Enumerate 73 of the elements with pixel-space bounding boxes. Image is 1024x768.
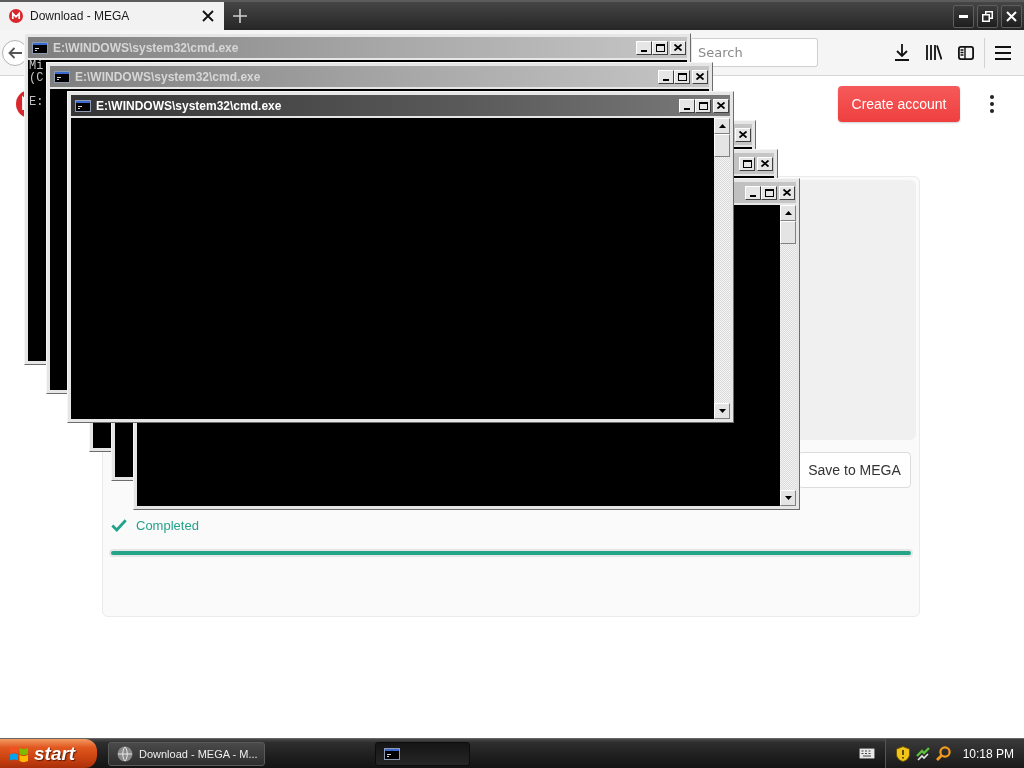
flag-icon bbox=[9, 744, 29, 763]
maximize-icon bbox=[742, 159, 752, 168]
sidebar-icon[interactable] bbox=[958, 45, 974, 60]
minimize-icon bbox=[684, 107, 690, 110]
console-text: (C bbox=[29, 72, 44, 84]
close-icon[interactable] bbox=[202, 10, 214, 22]
close-icon bbox=[739, 131, 747, 138]
close-icon bbox=[674, 44, 682, 51]
scroll-up-button[interactable] bbox=[780, 205, 796, 221]
minimize-icon bbox=[959, 14, 968, 18]
scrollbar[interactable] bbox=[780, 205, 796, 506]
maximize-icon bbox=[677, 72, 687, 81]
status-text: Completed bbox=[136, 518, 199, 533]
scroll-up-button[interactable] bbox=[714, 118, 730, 134]
triangle-up-icon bbox=[784, 211, 792, 215]
plus-icon[interactable] bbox=[233, 9, 247, 23]
scrollbar[interactable] bbox=[714, 118, 730, 419]
console-text: E: bbox=[29, 96, 44, 108]
maximize-icon bbox=[764, 188, 774, 197]
browser-tab[interactable]: Download - MEGA bbox=[0, 2, 224, 30]
maximize-button[interactable] bbox=[739, 156, 755, 171]
menu-icon[interactable] bbox=[995, 45, 1011, 60]
console-icon bbox=[32, 41, 48, 54]
check-icon bbox=[111, 519, 127, 532]
console-icon bbox=[384, 747, 400, 760]
start-button[interactable]: start bbox=[0, 739, 97, 768]
triangle-up-icon bbox=[718, 124, 726, 128]
restore-button[interactable] bbox=[977, 4, 998, 28]
minimize-button[interactable] bbox=[953, 4, 974, 28]
taskbar-button[interactable] bbox=[375, 741, 470, 766]
close-icon bbox=[783, 189, 791, 196]
window-title: E:\WINDOWS\system32\cmd.exe bbox=[96, 98, 282, 113]
restore-icon bbox=[982, 10, 993, 22]
close-button[interactable] bbox=[1001, 4, 1022, 28]
close-icon bbox=[717, 102, 725, 109]
maximize-button[interactable] bbox=[652, 40, 668, 55]
download-icon[interactable] bbox=[894, 44, 910, 61]
scroll-thumb[interactable] bbox=[714, 134, 730, 157]
scroll-down-button[interactable] bbox=[780, 490, 796, 506]
line-chart-icon[interactable] bbox=[915, 746, 930, 761]
minimize-icon bbox=[641, 49, 647, 52]
shield-icon[interactable] bbox=[895, 745, 910, 762]
close-icon bbox=[761, 160, 769, 167]
search-field[interactable]: Search bbox=[691, 38, 818, 67]
maximize-icon bbox=[698, 101, 708, 110]
books-icon[interactable] bbox=[926, 45, 942, 60]
save-to-cloud-button[interactable]: Save to MEGA bbox=[798, 452, 911, 488]
console-text: Mi bbox=[29, 60, 44, 72]
more-options-icon[interactable] bbox=[990, 95, 994, 113]
scroll-thumb[interactable] bbox=[780, 221, 796, 244]
maximize-icon bbox=[655, 43, 665, 52]
maximize-button[interactable] bbox=[674, 69, 690, 84]
close-icon bbox=[696, 73, 704, 80]
minimize-icon bbox=[663, 78, 669, 81]
console-icon bbox=[75, 99, 91, 112]
maximize-button[interactable] bbox=[761, 185, 777, 200]
clock-text: 10:18 PM bbox=[962, 746, 1014, 761]
create-account-button[interactable]: Create account bbox=[838, 86, 960, 122]
maximize-button[interactable] bbox=[695, 98, 711, 113]
taskbar-button[interactable]: Download - MEGA - M... bbox=[108, 741, 265, 766]
logo-icon bbox=[9, 9, 23, 23]
triangle-down-icon bbox=[784, 496, 792, 500]
window-title: E:\WINDOWS\system32\cmd.exe bbox=[53, 40, 239, 55]
console-icon bbox=[54, 70, 70, 83]
keyboard-icon[interactable] bbox=[858, 748, 875, 759]
search-icon[interactable] bbox=[935, 746, 951, 761]
close-icon bbox=[1006, 10, 1017, 22]
minimize-icon bbox=[750, 194, 756, 197]
window-title: E:\WINDOWS\system32\cmd.exe bbox=[75, 69, 261, 84]
scroll-down-button[interactable] bbox=[714, 403, 730, 419]
triangle-down-icon bbox=[718, 409, 726, 413]
back-arrow-icon bbox=[8, 46, 22, 59]
globe-icon bbox=[117, 745, 133, 762]
